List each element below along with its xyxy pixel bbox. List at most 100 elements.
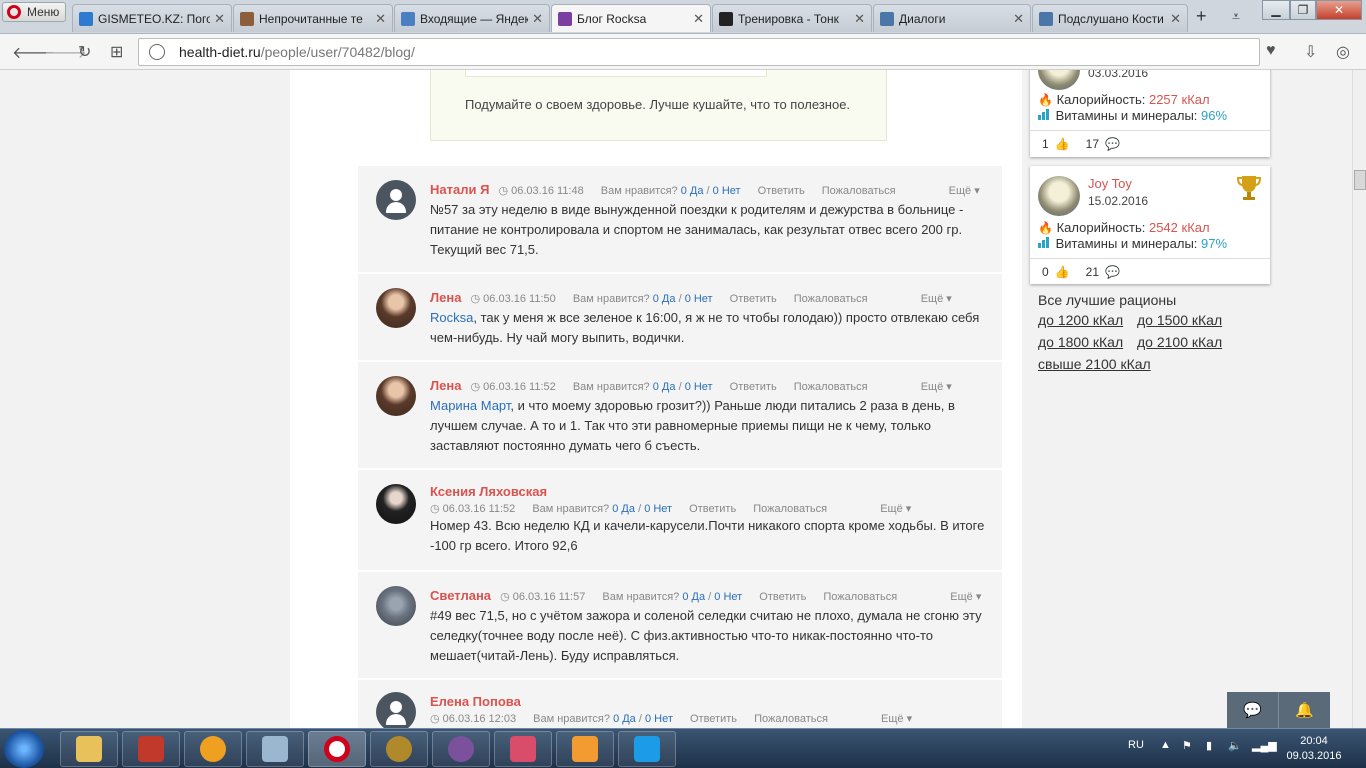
report-link[interactable]: Пожаловаться — [753, 503, 827, 515]
like-no-link[interactable]: 0 Нет — [685, 381, 713, 393]
avatar-photo[interactable] — [376, 586, 416, 626]
tab-gismeteo[interactable]: GISMETEO.KZ: Пого ✕ — [72, 4, 232, 32]
mention-link[interactable]: Марина Март — [430, 398, 510, 413]
best-link-1500[interactable]: до 1500 кКал — [1137, 312, 1222, 328]
reply-link[interactable]: Ответить — [730, 381, 777, 393]
like-yes-link[interactable]: 0 Да — [681, 185, 704, 197]
mention-link[interactable]: Rocksa — [430, 310, 473, 325]
reply-link[interactable]: Ответить — [758, 185, 805, 197]
like-yes-link[interactable]: 0 Да — [653, 381, 676, 393]
comment-author[interactable]: Натали Я — [430, 182, 489, 197]
tab-close-icon[interactable]: ✕ — [693, 11, 704, 27]
viber-taskbar-button[interactable] — [432, 731, 490, 767]
media-taskbar-button[interactable] — [556, 731, 614, 767]
volume-icon[interactable]: 🔈 — [1228, 739, 1242, 752]
reply-link[interactable]: Ответить — [730, 293, 777, 305]
comment-author[interactable]: Елена Попова — [430, 694, 521, 709]
flag-icon[interactable]: ⚑ — [1182, 739, 1192, 752]
report-link[interactable]: Пожаловаться — [822, 185, 896, 197]
like-no-link[interactable]: 0 Нет — [685, 293, 713, 305]
tab-dialogs[interactable]: Диалоги ✕ — [873, 4, 1031, 32]
tab-menu-icon[interactable]: ⩡ — [1232, 8, 1240, 25]
scroll-thumb[interactable] — [1354, 170, 1366, 190]
speed-dial-icon[interactable]: ⊞ — [110, 42, 123, 62]
tab-unread[interactable]: Непрочитанные те ✕ — [233, 4, 393, 32]
comment-author[interactable]: Ксения Ляховская — [430, 484, 547, 499]
bell-icon[interactable]: 🔔 — [1279, 692, 1330, 728]
like-yes-link[interactable]: 0 Да — [613, 713, 636, 725]
ration-card[interactable]: Joy Toy 15.02.2016 🔥 Калорийность: 2542 … — [1030, 166, 1270, 284]
tab-close-icon[interactable]: ✕ — [532, 11, 543, 27]
site-info-icon[interactable] — [149, 44, 165, 60]
tab-training[interactable]: Тренировка - Тонк ✕ — [712, 4, 872, 32]
clock[interactable]: 20:04 09.03.2016 — [1282, 734, 1346, 764]
comment-author[interactable]: Лена — [430, 378, 461, 393]
tab-close-icon[interactable]: ✕ — [1170, 11, 1181, 27]
best-link-1800[interactable]: до 1800 кКал — [1038, 334, 1123, 350]
avatar-photo[interactable] — [376, 288, 416, 328]
like-yes-link[interactable]: 0 Да — [682, 591, 705, 603]
reply-link[interactable]: Ответить — [759, 591, 806, 603]
start-button[interactable] — [4, 730, 44, 768]
like-yes-link[interactable]: 0 Да — [612, 503, 635, 515]
opera-settings-icon[interactable]: ◎ — [1336, 42, 1350, 62]
like-no-link[interactable]: 0 Нет — [714, 591, 742, 603]
battery-icon[interactable]: ▮ — [1206, 739, 1212, 752]
app-taskbar-button[interactable] — [122, 731, 180, 767]
aimp-taskbar-button[interactable] — [184, 731, 242, 767]
address-bar[interactable]: health-diet.ru/people/user/70482/blog/ — [138, 38, 1260, 66]
tab-overheard[interactable]: Подслушано Кости ✕ — [1032, 4, 1188, 32]
avatar-default[interactable] — [376, 692, 416, 728]
best-link-1200[interactable]: до 1200 кКал — [1038, 312, 1123, 328]
report-link[interactable]: Пожаловаться — [794, 381, 868, 393]
tab-yandex-mail[interactable]: Входящие — Яндек ✕ — [394, 4, 550, 32]
bookmark-heart-icon[interactable]: ♥ — [1266, 42, 1276, 60]
like-no-link[interactable]: 0 Нет — [645, 713, 673, 725]
avatar-photo[interactable] — [376, 376, 416, 416]
explorer-taskbar-button[interactable] — [60, 731, 118, 767]
restore-button[interactable]: ❐ — [1290, 0, 1316, 20]
warcraft-taskbar-button[interactable] — [370, 731, 428, 767]
network-icon[interactable]: ▂▄▆ — [1252, 739, 1277, 752]
close-window-button[interactable]: ✕ — [1316, 0, 1362, 20]
tab-close-icon[interactable]: ✕ — [1013, 11, 1024, 27]
card-author[interactable]: Joy Toy — [1088, 176, 1132, 191]
like-no-link[interactable]: 0 Нет — [644, 503, 672, 515]
snipping-taskbar-button[interactable] — [494, 731, 552, 767]
like-no-link[interactable]: 0 Нет — [713, 185, 741, 197]
report-link[interactable]: Пожаловаться — [823, 591, 897, 603]
new-tab-icon[interactable]: + — [1196, 6, 1207, 27]
more-menu[interactable]: Ещё ▾ — [880, 503, 911, 515]
ration-card[interactable]: 03.03.2016 ✕ 🔥 Калорийность: 2257 кКал В… — [1030, 70, 1270, 157]
more-menu[interactable]: Ещё ▾ — [949, 185, 980, 197]
language-indicator[interactable]: RU — [1128, 739, 1144, 751]
windows-store-taskbar-button[interactable] — [618, 731, 676, 767]
best-link-over-2100[interactable]: свыше 2100 кКал — [1038, 356, 1151, 372]
reply-link[interactable]: Ответить — [689, 503, 736, 515]
best-link-2100[interactable]: до 2100 кКал — [1137, 334, 1222, 350]
reload-icon[interactable]: ↻ — [78, 42, 91, 62]
chat-icon[interactable]: 💬 — [1227, 692, 1279, 728]
report-link[interactable]: Пожаловаться — [754, 713, 828, 725]
tray-expand-icon[interactable]: ▲ — [1160, 739, 1171, 751]
comment-author[interactable]: Светлана — [430, 588, 491, 603]
minimize-button[interactable]: ▁ — [1262, 0, 1290, 20]
tab-close-icon[interactable]: ✕ — [854, 11, 865, 27]
more-menu[interactable]: Ещё ▾ — [921, 381, 952, 393]
report-link[interactable]: Пожаловаться — [794, 293, 868, 305]
comment-author[interactable]: Лена — [430, 290, 461, 305]
tab-close-icon[interactable]: ✕ — [214, 11, 225, 27]
more-menu[interactable]: Ещё ▾ — [921, 293, 952, 305]
like-yes-link[interactable]: 0 Да — [653, 293, 676, 305]
download-icon[interactable]: ⇩ — [1304, 42, 1317, 62]
page-scrollbar[interactable] — [1352, 70, 1366, 728]
reply-link[interactable]: Ответить — [690, 713, 737, 725]
avatar-default[interactable] — [376, 180, 416, 220]
calculator-taskbar-button[interactable] — [246, 731, 304, 767]
tab-close-icon[interactable]: ✕ — [375, 11, 386, 27]
tab-rocksa-blog[interactable]: Блог Rocksa ✕ — [551, 4, 711, 32]
more-menu[interactable]: Ещё ▾ — [950, 591, 981, 603]
opera-taskbar-button[interactable] — [308, 731, 366, 767]
opera-menu-button[interactable]: Меню — [2, 2, 66, 22]
more-menu[interactable]: Ещё ▾ — [881, 713, 912, 725]
